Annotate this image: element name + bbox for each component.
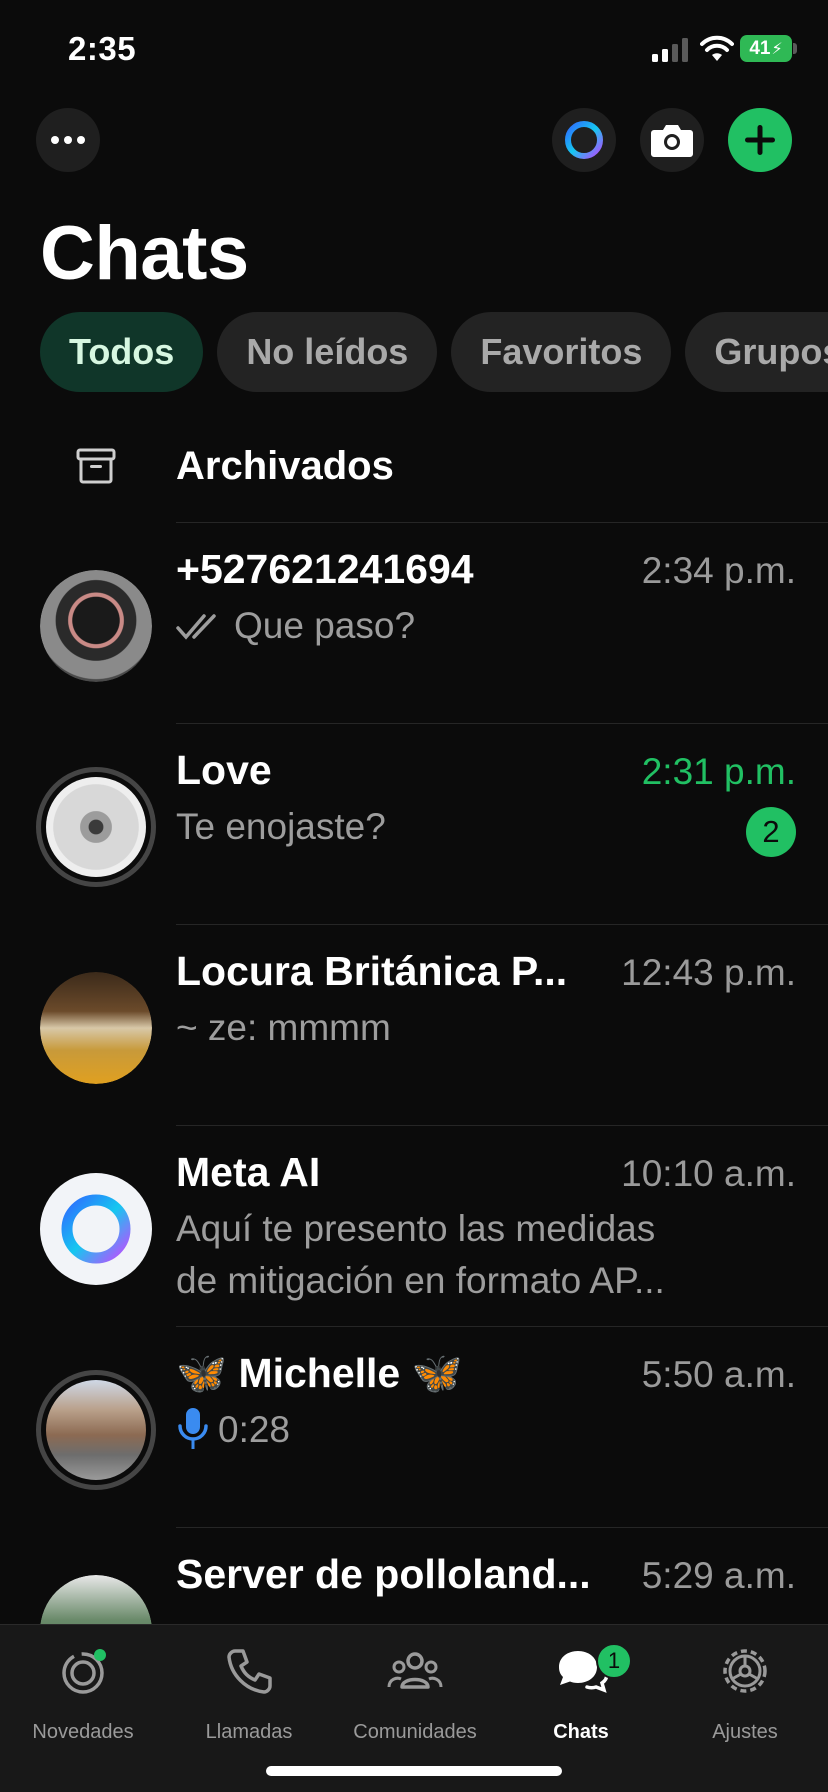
tab-label: Chats [553, 1721, 609, 1743]
ellipsis-icon [51, 136, 85, 144]
chat-preview: Te enojaste? [176, 806, 386, 847]
chat-row[interactable]: Meta AI 10:10 a.m. Aquí te presento las … [0, 1125, 828, 1325]
archive-box-icon [76, 448, 116, 484]
avatar [40, 1575, 152, 1624]
cellular-signal-icon [652, 38, 688, 62]
chat-name: 🦋 Michelle 🦋 [176, 1350, 463, 1396]
updates-icon [62, 1649, 106, 1694]
new-chat-button[interactable] [728, 108, 792, 172]
chat-name: Locura Británica P... [176, 948, 568, 994]
more-options-button[interactable] [36, 108, 100, 172]
chat-preview: 0:28 [176, 1404, 736, 1456]
avatar [40, 1173, 152, 1285]
camera-icon [651, 125, 693, 157]
avatar-with-status-ring [36, 1370, 156, 1490]
tab-unread-badge: 1 [596, 1643, 632, 1679]
tab-novedades[interactable]: Novedades [0, 1637, 166, 1747]
chat-name: Server de polloland... [176, 1551, 591, 1597]
wifi-icon [700, 35, 734, 61]
tab-label: Comunidades [353, 1721, 477, 1743]
community-icon [387, 1652, 443, 1689]
chat-row[interactable]: Locura Británica P... 12:43 p.m. ~ ze: m… [0, 924, 828, 1124]
avatar-with-status-ring [36, 767, 156, 887]
tab-comunidades[interactable]: Comunidades [332, 1637, 498, 1747]
chat-time: 2:31 p.m. [641, 751, 796, 792]
phone-icon [227, 1649, 272, 1694]
battery-icon: 41 ⚡ [740, 35, 792, 62]
tab-chats[interactable]: 1 Chats [498, 1637, 664, 1747]
chat-row[interactable]: +527621241694 2:34 p.m. Que paso? [0, 522, 828, 722]
chat-row[interactable]: Love 2:31 p.m. Te enojaste? 2 [0, 723, 828, 923]
tab-llamadas[interactable]: Llamadas [166, 1637, 332, 1747]
chat-time: 10:10 a.m. [621, 1153, 796, 1194]
home-indicator [266, 1766, 562, 1776]
chat-preview-line-1: Aquí te presento las medidas [176, 1208, 656, 1249]
filter-chip-no-leidos[interactable]: No leídos [217, 312, 438, 392]
chat-name: Meta AI [176, 1149, 321, 1195]
chat-preview: ~ ze: mmmm [176, 1007, 391, 1048]
microphone-icon [178, 1408, 208, 1449]
meta-ai-button[interactable] [552, 108, 616, 172]
filter-chip-todos[interactable]: Todos [40, 312, 204, 392]
page-title: Chats [40, 211, 249, 296]
filter-chips: TodosNo leídosFavoritosGrupos [40, 312, 828, 392]
battery-cap [793, 43, 797, 54]
double-check-icon [176, 614, 216, 640]
chat-time: 2:34 p.m. [641, 550, 796, 591]
tab-label: Novedades [32, 1721, 134, 1743]
chat-row[interactable]: 🦋 Michelle 🦋 5:50 a.m. 0:28 [0, 1326, 828, 1526]
tab-ajustes[interactable]: Ajustes [662, 1637, 828, 1747]
tab-label: Ajustes [712, 1721, 778, 1743]
tab-label: Llamadas [205, 1721, 293, 1743]
voice-note-duration: 0:28 [218, 1409, 291, 1450]
meta-ai-logo-icon [61, 1194, 131, 1264]
avatar [40, 972, 152, 1084]
archived-row[interactable]: Archivados [0, 420, 828, 520]
settings-gear-icon [723, 1649, 767, 1693]
avatar [40, 570, 152, 682]
filter-chip-grupos[interactable]: Grupos [685, 312, 828, 392]
archived-label: Archivados [176, 444, 394, 488]
chat-time: 5:50 a.m. [641, 1354, 796, 1395]
status-bar: 2:35 41 ⚡ [0, 0, 828, 100]
chat-time: 12:43 p.m. [621, 952, 796, 993]
status-time: 2:35 [68, 30, 137, 67]
chat-preview-text: Que paso? [234, 605, 416, 646]
battery-level: 41 [749, 37, 771, 59]
plus-icon [745, 125, 775, 155]
filter-chip-favoritos[interactable]: Favoritos [451, 312, 672, 392]
chat-time: 5:29 a.m. [641, 1555, 796, 1596]
chat-row[interactable]: Server de polloland... 5:29 a.m. [0, 1527, 828, 1624]
chat-name: Love [176, 747, 272, 793]
chat-preview: Que paso? [176, 600, 736, 652]
chat-preview-line-2: de mitigación en formato AP... [176, 1260, 665, 1301]
meta-ai-ring-icon [565, 121, 603, 159]
unread-badge: 2 [746, 807, 796, 857]
camera-button[interactable] [640, 108, 704, 172]
chat-name: +527621241694 [176, 546, 474, 592]
